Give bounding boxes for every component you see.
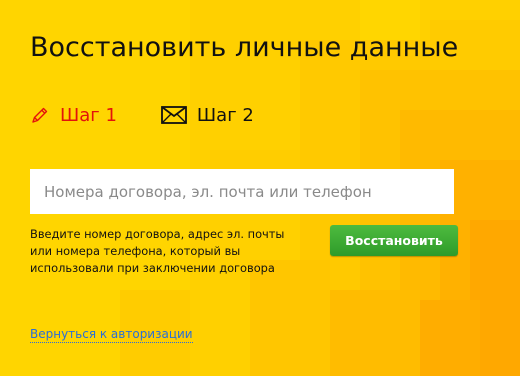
step-2-label: Шаг 2 xyxy=(196,104,254,126)
pencil-icon xyxy=(30,105,50,125)
recovery-panel: Восстановить личные данные Шаг 1 Шаг 2 Н… xyxy=(0,0,520,376)
input-hint: Введите номер договора, адрес эл. почты … xyxy=(30,227,285,275)
account-identifier-input[interactable] xyxy=(30,169,454,214)
step-2: Шаг 2 xyxy=(161,105,254,126)
page-title: Восстановить личные данные xyxy=(30,32,459,63)
step-1-label: Шаг 1 xyxy=(60,104,117,126)
envelope-icon xyxy=(161,106,187,124)
steps-indicator: Шаг 1 Шаг 2 xyxy=(30,100,298,130)
restore-button[interactable]: Восстановить xyxy=(330,225,458,256)
step-1: Шаг 1 xyxy=(30,105,117,126)
back-to-login-link[interactable]: Вернуться к авторизации xyxy=(30,327,193,343)
